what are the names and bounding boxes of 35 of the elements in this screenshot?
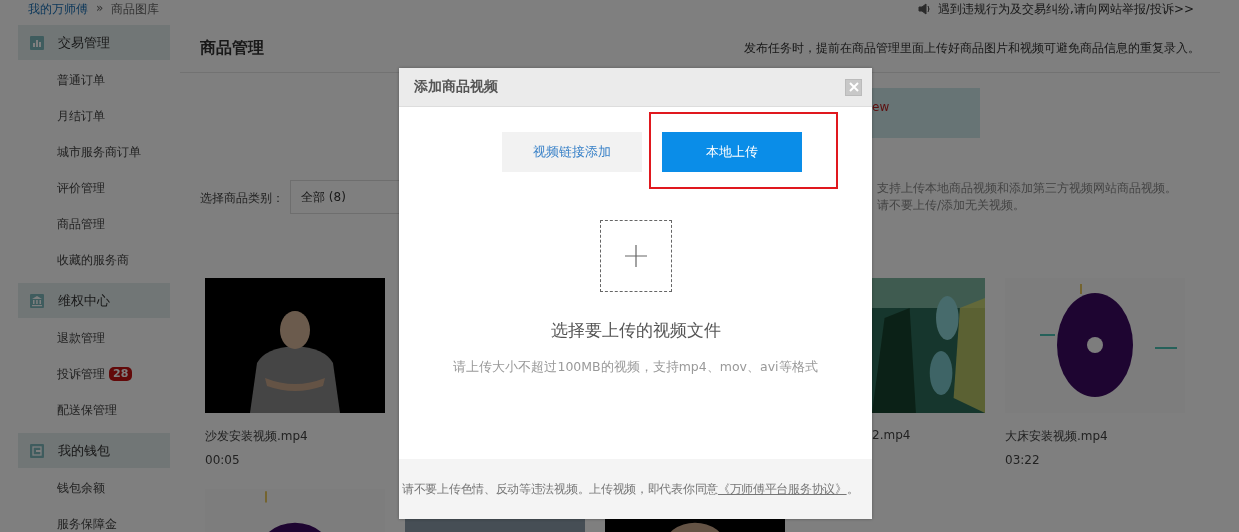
breadcrumb-separator: » — [96, 0, 104, 17]
sidebar-item[interactable]: 退款管理 — [57, 329, 105, 347]
report-link[interactable]: 遇到违规行为及交易纠纷,请向网站举报/投诉>> — [938, 0, 1194, 18]
video-duration: 03:22 — [1005, 453, 1041, 467]
count-badge: 28 — [109, 367, 133, 381]
sidebar-item[interactable]: 服务保障金 — [57, 515, 117, 532]
agreement-text: 请不要上传色情、反动等违法视频。上传视频，即代表你同意《万师傅平台服务协议》。 — [402, 481, 859, 497]
sidebar-item[interactable]: 配送保管理 — [57, 401, 117, 419]
tab[interactable]: 视频链接添加 — [502, 132, 642, 172]
sidebar-item[interactable]: 商品管理 — [57, 215, 105, 233]
sidebar-item[interactable]: 投诉管理 — [57, 365, 105, 383]
video-name: 2.mp4 — [872, 428, 911, 442]
category-label: 选择商品类别： — [200, 190, 284, 207]
agreement-link[interactable]: 《万师傅平台服务协议》 — [717, 481, 847, 496]
upload-hint: 请上传大小不超过100MB的视频，支持mp4、mov、avi等格式 — [453, 359, 818, 376]
sidebar-item[interactable]: 城市服务商订单 — [57, 143, 141, 161]
sidebar-section-header[interactable]: 维权中心 — [18, 283, 170, 318]
sidebar-section-header[interactable]: 交易管理 — [18, 25, 170, 60]
page-title: 商品管理 — [200, 37, 264, 59]
video-duration: 00:05 — [205, 453, 241, 467]
tip-text: 发布任务时，提前在商品管理里面上传好商品图片和视频可避免商品信息的重复录入。 — [744, 39, 1200, 57]
upload-title: 选择要上传的视频文件 — [550, 319, 721, 342]
breadcrumb-current: 商品图库 — [111, 0, 160, 18]
sidebar-item[interactable]: 钱包余额 — [57, 479, 105, 497]
dialog-title: 添加商品视频 — [414, 78, 498, 96]
sidebar-item[interactable]: 月结订单 — [57, 107, 105, 125]
sidebar-item[interactable]: 普通订单 — [57, 71, 105, 89]
notice-text: ew — [872, 100, 890, 114]
breadcrumb-link[interactable]: 我的万师傅 — [28, 0, 88, 18]
sidebar-item[interactable]: 评价管理 — [57, 179, 105, 197]
video-name: 大床安装视频.mp4 — [1005, 428, 1109, 445]
tab[interactable]: 本地上传 — [662, 132, 802, 172]
video-name: 沙发安装视频.mp4 — [205, 428, 309, 445]
sidebar-item[interactable]: 收藏的服务商 — [57, 251, 129, 269]
sidebar-section-header[interactable]: 我的钱包 — [18, 433, 170, 468]
